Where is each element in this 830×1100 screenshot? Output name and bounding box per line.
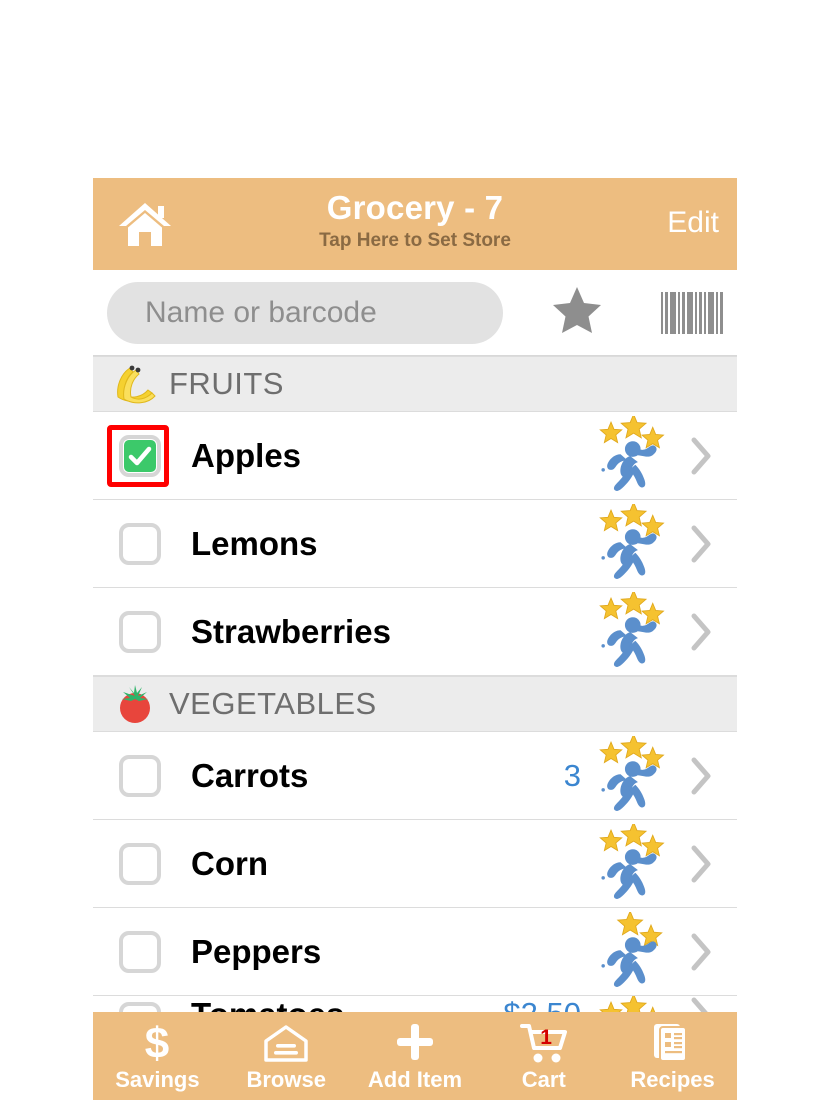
dollar-icon: $ xyxy=(139,1020,175,1064)
checkbox-unchecked[interactable] xyxy=(119,930,161,973)
chevron-right-icon[interactable] xyxy=(679,436,723,476)
search-bar: Name or barcode xyxy=(93,270,737,356)
tab-label: Savings xyxy=(115,1067,200,1092)
tomato-icon xyxy=(111,682,159,726)
list-item[interactable]: Corn xyxy=(93,820,737,908)
tab-browse[interactable]: Browse xyxy=(222,1012,351,1100)
browse-icon xyxy=(263,1020,309,1064)
chevron-right-icon[interactable] xyxy=(679,932,723,972)
section-header-vegetables[interactable]: VEGETABLES xyxy=(93,676,737,732)
item-checkbox[interactable] xyxy=(113,429,167,483)
nav-title-block[interactable]: Grocery - 7 Tap Here to Set Store xyxy=(93,188,737,254)
item-name: Lemons xyxy=(191,524,318,562)
checkbox-unchecked[interactable] xyxy=(119,522,161,565)
tab-cart[interactable]: 1 Cart xyxy=(479,1012,608,1100)
tab-recipes[interactable]: Recipes xyxy=(608,1012,737,1100)
checkbox-unchecked[interactable] xyxy=(119,610,161,653)
bottom-tab-bar: $ Savings Browse Add Item 1 Cart Recipes xyxy=(93,1012,737,1100)
recipes-icon xyxy=(651,1020,695,1064)
runner-stars-icon[interactable] xyxy=(583,909,679,992)
item-name: Peppers xyxy=(191,932,322,970)
tab-label: Add Item xyxy=(367,1067,463,1092)
tab-savings[interactable]: $ Savings xyxy=(93,1012,222,1100)
item-name: Corn xyxy=(191,844,268,882)
edit-button[interactable]: Edit xyxy=(667,206,719,240)
star-icon xyxy=(553,287,601,333)
grocery-list: FRUITS Apples Lemons Strawberries VEGETABLES… xyxy=(93,356,737,1014)
item-checkbox[interactable] xyxy=(113,925,167,979)
section-label: FRUITS xyxy=(169,366,284,401)
svg-text:$: $ xyxy=(145,1020,169,1064)
list-item[interactable]: Lemons xyxy=(93,500,737,588)
tab-label: Cart xyxy=(521,1067,566,1092)
checkbox-checked[interactable] xyxy=(119,434,161,477)
item-quantity: 3 xyxy=(563,757,581,793)
favorites-button[interactable] xyxy=(551,285,603,340)
item-checkbox[interactable] xyxy=(113,749,167,803)
chevron-right-icon[interactable] xyxy=(679,524,723,564)
section-label: VEGETABLES xyxy=(169,686,377,721)
barcode-scan-button[interactable] xyxy=(661,291,723,334)
checkbox-unchecked[interactable] xyxy=(119,842,161,885)
runner-stars-icon[interactable] xyxy=(583,588,679,672)
runner-stars-icon[interactable] xyxy=(583,412,679,496)
list-item[interactable]: Strawberries xyxy=(93,588,737,676)
tab-label: Recipes xyxy=(630,1067,715,1092)
chevron-right-icon[interactable] xyxy=(679,844,723,884)
search-placeholder: Name or barcode xyxy=(145,295,377,329)
plus-icon xyxy=(393,1020,437,1064)
search-input[interactable]: Name or barcode xyxy=(107,281,503,344)
tab-label: Browse xyxy=(246,1067,326,1092)
cart-icon: 1 xyxy=(519,1020,568,1064)
item-name: Carrots xyxy=(191,756,309,794)
item-name: Strawberries xyxy=(191,612,391,650)
list-item[interactable]: Apples xyxy=(93,412,737,500)
runner-stars-icon[interactable] xyxy=(583,732,679,816)
app-screen: Grocery - 7 Tap Here to Set Store Edit N… xyxy=(93,178,737,1100)
list-item[interactable]: Carrots 3 xyxy=(93,732,737,820)
runner-stars-icon[interactable] xyxy=(583,820,679,904)
item-checkbox[interactable] xyxy=(113,517,167,571)
checkbox-unchecked[interactable] xyxy=(119,754,161,797)
item-checkbox[interactable] xyxy=(113,605,167,659)
navigation-bar: Grocery - 7 Tap Here to Set Store Edit xyxy=(93,178,737,270)
chevron-right-icon[interactable] xyxy=(679,612,723,652)
page-title: Grocery - 7 xyxy=(326,189,504,226)
section-header-fruits[interactable]: FRUITS xyxy=(93,356,737,412)
list-item[interactable]: Peppers xyxy=(93,908,737,996)
item-name: Apples xyxy=(191,436,302,474)
tab-add-item[interactable]: Add Item xyxy=(351,1012,480,1100)
banana-icon xyxy=(111,362,159,406)
runner-stars-icon[interactable] xyxy=(583,500,679,584)
chevron-right-icon[interactable] xyxy=(679,756,723,796)
set-store-subtitle[interactable]: Tap Here to Set Store xyxy=(93,228,737,254)
cart-badge: 1 xyxy=(540,1026,552,1049)
item-checkbox[interactable] xyxy=(113,837,167,891)
